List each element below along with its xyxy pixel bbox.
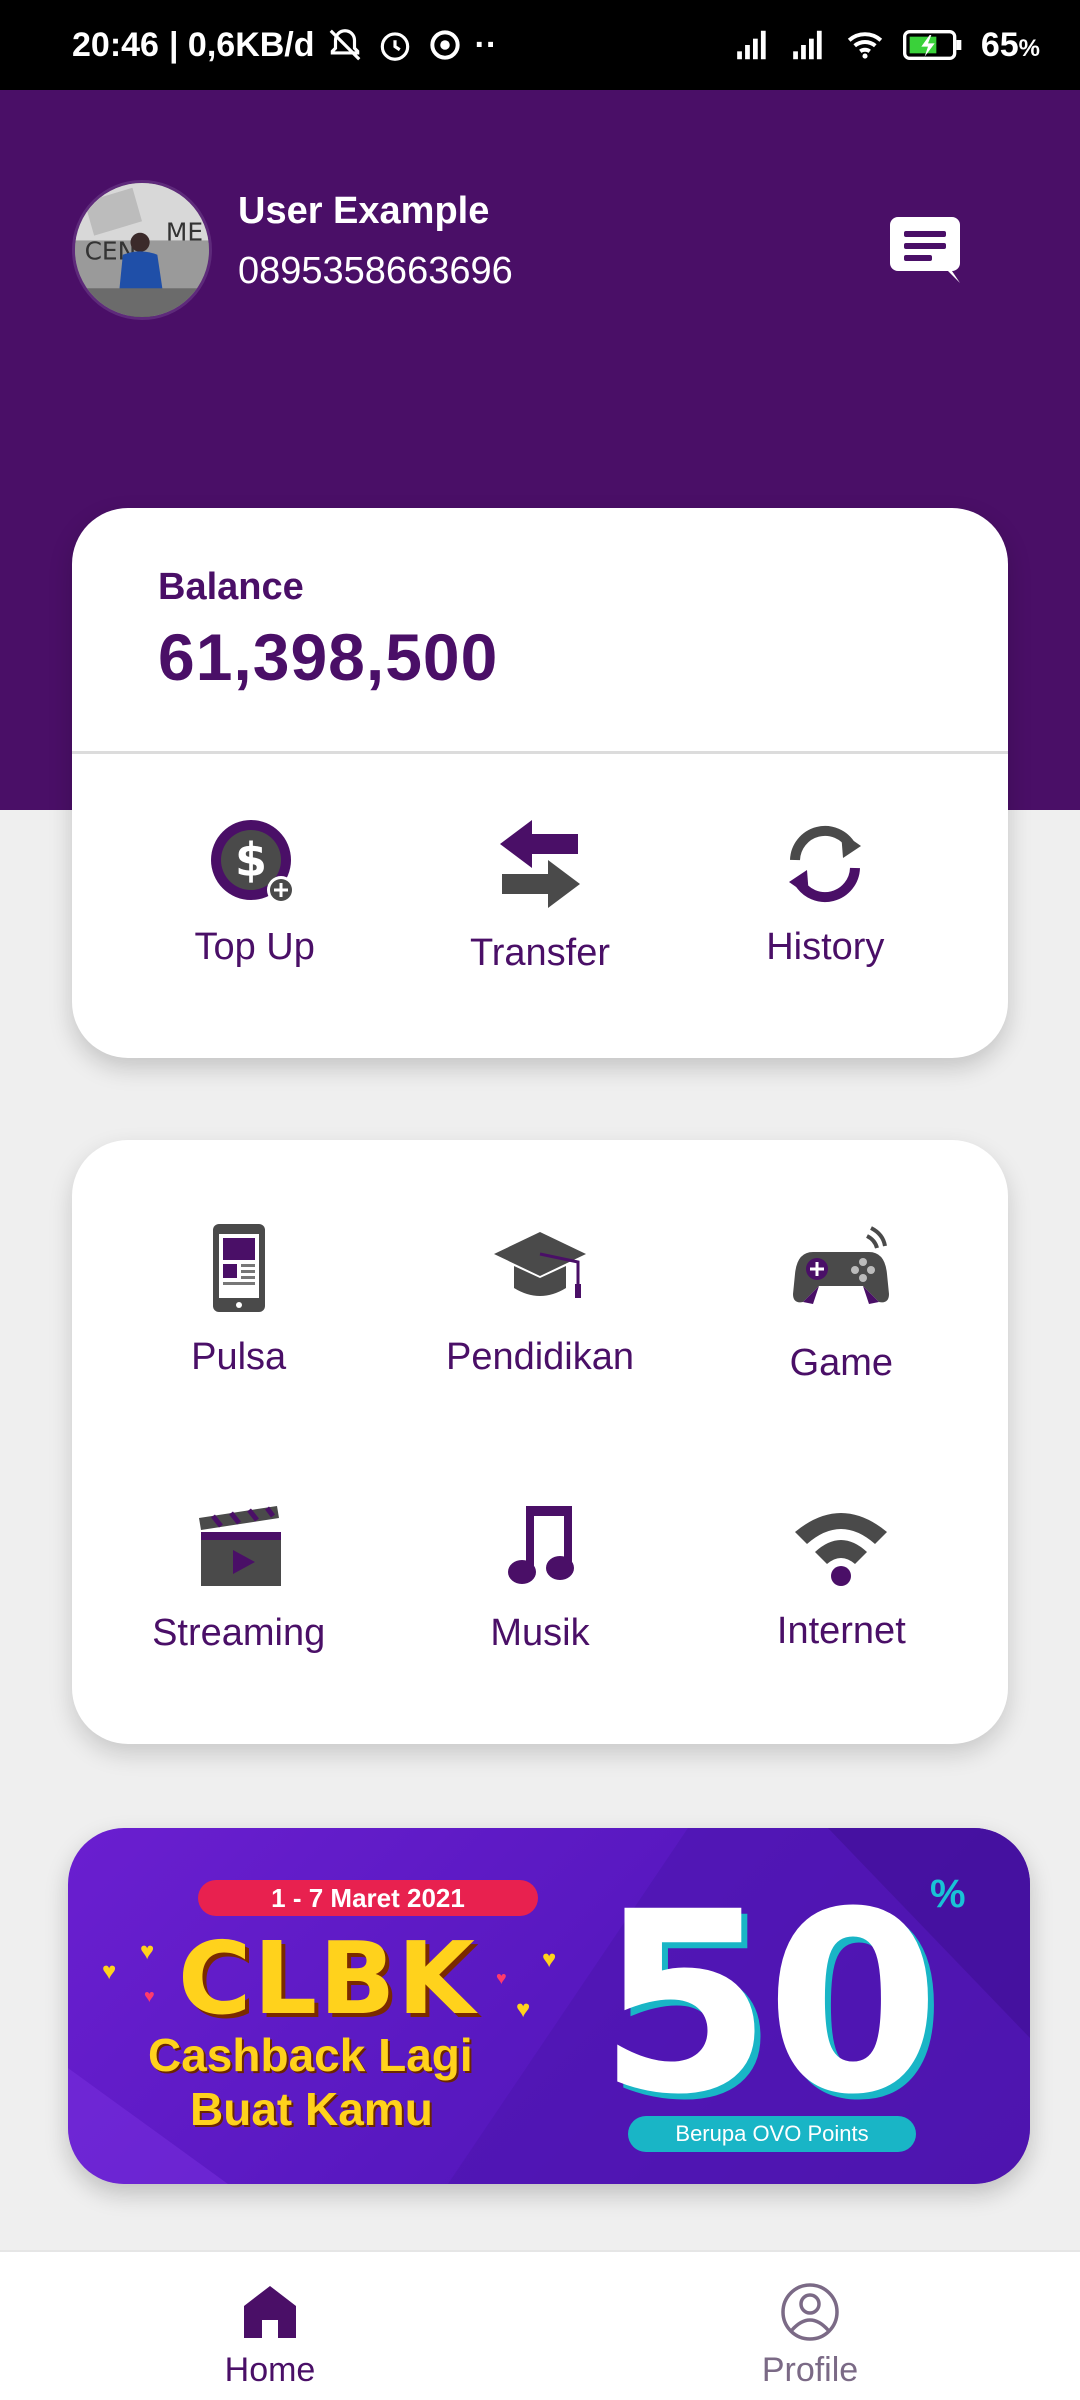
promo-banner[interactable]: 1 - 7 Maret 2021 CLBK Cashback Lagi Buat… (68, 1828, 1030, 2184)
services-card: Pulsa Pendidikan Game Streaming Musik In… (72, 1140, 1008, 1744)
service-musik-label: Musik (490, 1612, 590, 1654)
phone-icon (212, 1224, 265, 1312)
service-internet[interactable]: Internet (691, 1496, 992, 1772)
banner-subtitle-2: Buat Kamu (190, 2083, 433, 2135)
home-icon (244, 2286, 296, 2338)
sync-icon (425, 25, 465, 65)
heart-icon: ♥ (496, 1968, 507, 1988)
status-right: 65% (733, 25, 1040, 65)
heart-icon: ♥ (542, 1946, 557, 1973)
signal-icon (789, 25, 829, 65)
svg-text:$: $ (235, 833, 267, 887)
nav-profile[interactable]: Profile (540, 2252, 1080, 2400)
balance-label: Balance (158, 566, 304, 608)
nav-home-label: Home (224, 2351, 316, 2389)
top-up-button[interactable]: $ Top Up (135, 814, 375, 975)
nav-home[interactable]: Home (0, 2252, 540, 2400)
service-streaming-label: Streaming (152, 1612, 326, 1654)
banner-subtitle-1: Cashback Lagi (148, 2029, 473, 2081)
message-button[interactable] (888, 215, 962, 285)
heart-icon: ♥ (140, 1938, 155, 1965)
banner-percent: % (930, 1872, 966, 1916)
heart-icon: ♥ (516, 1996, 531, 2023)
battery-charging-icon (901, 25, 965, 65)
graduation-cap-icon (493, 1232, 586, 1298)
service-musik[interactable]: Musik (389, 1496, 690, 1772)
message-icon (890, 217, 960, 283)
service-streaming[interactable]: Streaming (88, 1496, 389, 1772)
service-game[interactable]: Game (691, 1220, 992, 1496)
user-name: User Example (238, 190, 490, 232)
gamepad-icon (793, 1226, 890, 1304)
service-pulsa[interactable]: Pulsa (88, 1220, 389, 1496)
status-time: 20:46 (72, 25, 159, 64)
quick-actions: $ Top Up Transfer History (72, 754, 1008, 975)
more-dots-icon: ·· (474, 25, 498, 64)
music-note-icon (507, 1506, 574, 1584)
status-bar: 20:46 | 0,6KB/d ·· 65% (0, 0, 1080, 90)
service-pendidikan[interactable]: Pendidikan (389, 1220, 690, 1496)
banner-date: 1 - 7 Maret 2021 (198, 1880, 538, 1916)
history-icon (789, 825, 862, 903)
service-internet-label: Internet (776, 1610, 906, 1652)
heart-icon: ♥ (102, 1958, 117, 1985)
clapperboard-icon (198, 1506, 281, 1586)
avatar[interactable]: CEN ME (72, 180, 212, 320)
heart-icon: ♥ (144, 1986, 155, 2006)
balance-value: 61,398,500 (158, 620, 499, 694)
services-grid: Pulsa Pendidikan Game Streaming Musik In… (72, 1140, 1008, 1772)
banner-title: CLBK (178, 1920, 477, 2037)
top-up-icon: $ (210, 820, 295, 904)
muted-bell-icon (325, 25, 365, 65)
nav-profile-label: Profile (761, 2351, 859, 2389)
battery-level: 65% (980, 25, 1040, 64)
status-speed: | 0,6KB/d (168, 25, 315, 64)
wifi-icon (795, 1513, 888, 1586)
transfer-icon (499, 820, 580, 908)
banner-pill: Berupa OVO Points (628, 2116, 916, 2152)
history-button[interactable]: History (705, 814, 945, 975)
svg-text:ME: ME (166, 217, 203, 246)
banner-big-number: 50 (598, 1858, 940, 2149)
service-pendidikan-label: Pendidikan (445, 1336, 635, 1378)
service-pulsa-label: Pulsa (191, 1336, 287, 1378)
top-up-label: Top Up (194, 926, 315, 968)
history-label: History (766, 926, 885, 968)
alarm-icon (375, 25, 415, 65)
bottom-navigation: Home Profile (0, 2250, 1080, 2400)
balance-section: Balance 61,398,500 (72, 508, 1008, 754)
service-game-label: Game (789, 1342, 894, 1384)
balance-card: Balance 61,398,500 $ Top Up Transfer His… (72, 508, 1008, 1058)
transfer-button[interactable]: Transfer (420, 814, 660, 975)
user-phone: 0895358663696 (238, 250, 513, 292)
wifi-icon (845, 25, 885, 65)
profile-icon (781, 2283, 839, 2341)
transfer-label: Transfer (469, 932, 611, 974)
signal-icon (733, 25, 773, 65)
status-left: 20:46 | 0,6KB/d ·· (72, 25, 497, 65)
